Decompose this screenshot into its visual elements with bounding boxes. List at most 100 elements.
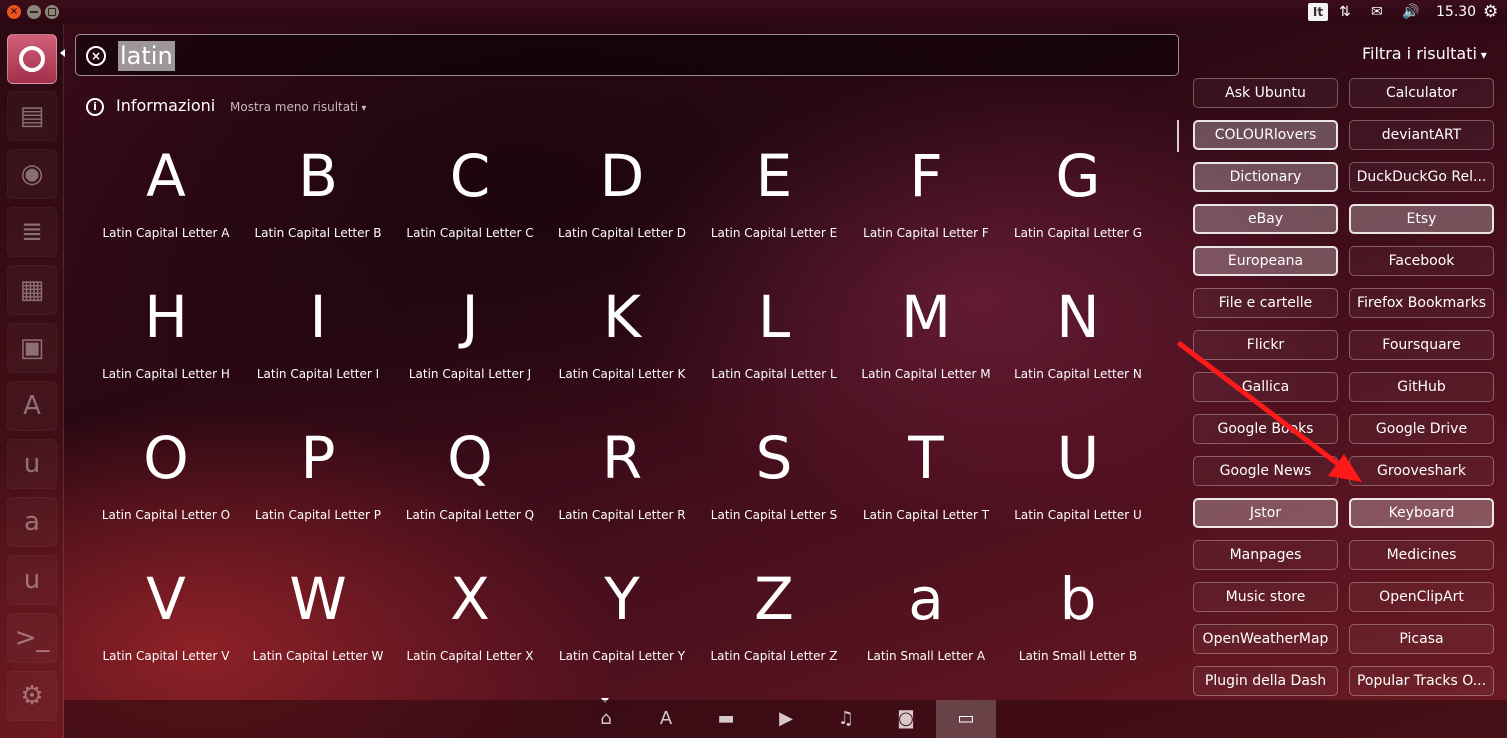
filter-button[interactable]: Firefox Bookmarks bbox=[1349, 288, 1494, 318]
result-item[interactable]: b Latin Small Letter B bbox=[1002, 553, 1154, 693]
home-lens-icon[interactable]: ⌂ bbox=[576, 700, 636, 738]
result-glyph: O bbox=[143, 424, 189, 492]
filter-button[interactable]: OpenClipArt bbox=[1349, 582, 1494, 612]
filter-button[interactable]: Music store bbox=[1193, 582, 1338, 612]
filter-button[interactable]: DuckDuckGo Rel... bbox=[1349, 162, 1494, 192]
result-item[interactable]: X Latin Capital Letter X bbox=[394, 553, 546, 693]
photo-lens-icon[interactable]: ◙ bbox=[876, 700, 936, 738]
result-item[interactable]: C Latin Capital Letter C bbox=[394, 130, 546, 270]
result-item[interactable]: L Latin Capital Letter L bbox=[698, 271, 850, 411]
filter-button[interactable]: File e cartelle bbox=[1193, 288, 1338, 318]
filter-button[interactable]: GitHub bbox=[1349, 372, 1494, 402]
result-item[interactable]: T Latin Capital Letter T bbox=[850, 412, 1002, 552]
result-item[interactable]: Y Latin Capital Letter Y bbox=[546, 553, 698, 693]
result-label: Latin Capital Letter M bbox=[861, 367, 991, 381]
mail-icon[interactable]: ✉ bbox=[1371, 2, 1391, 22]
result-item[interactable]: W Latin Capital Letter W bbox=[242, 553, 394, 693]
result-item[interactable]: I Latin Capital Letter I bbox=[242, 271, 394, 411]
session-gear-icon[interactable]: ⚙ bbox=[1483, 2, 1503, 22]
filter-button[interactable]: OpenWeatherMap bbox=[1193, 624, 1338, 654]
filter-button[interactable]: Europeana bbox=[1193, 246, 1338, 276]
result-item[interactable]: S Latin Capital Letter S bbox=[698, 412, 850, 552]
result-item[interactable]: V Latin Capital Letter V bbox=[90, 553, 242, 693]
result-item[interactable]: J Latin Capital Letter J bbox=[394, 271, 546, 411]
filter-button[interactable]: Dictionary bbox=[1193, 162, 1338, 192]
filter-button[interactable]: Popular Tracks O... bbox=[1349, 666, 1494, 696]
files-lens-icon[interactable]: ▬ bbox=[696, 700, 756, 738]
launcher-firefox-button[interactable]: ◉ bbox=[7, 149, 57, 199]
search-input[interactable]: latin bbox=[118, 41, 175, 71]
filter-button[interactable]: Medicines bbox=[1349, 540, 1494, 570]
social-lens-icon[interactable]: ▭ bbox=[936, 700, 996, 738]
volume-icon[interactable]: 🔊 bbox=[1402, 2, 1426, 22]
filter-button[interactable]: COLOURlovers bbox=[1193, 120, 1338, 150]
result-item[interactable]: Q Latin Capital Letter Q bbox=[394, 412, 546, 552]
filter-button[interactable]: Keyboard bbox=[1349, 498, 1494, 528]
result-label: Latin Small Letter A bbox=[866, 649, 986, 663]
result-item[interactable]: E Latin Capital Letter E bbox=[698, 130, 850, 270]
filter-button[interactable]: Plugin della Dash bbox=[1193, 666, 1338, 696]
result-item[interactable]: D Latin Capital Letter D bbox=[546, 130, 698, 270]
filter-button[interactable]: Foursquare bbox=[1349, 330, 1494, 360]
result-label: Latin Capital Letter V bbox=[102, 649, 230, 663]
filter-button[interactable]: Etsy bbox=[1349, 204, 1494, 234]
launcher-writer-button[interactable]: ≣ bbox=[7, 207, 57, 257]
settings-icon: ⚙ bbox=[20, 681, 44, 711]
launcher-calc-button[interactable]: ▦ bbox=[7, 265, 57, 315]
launcher-ubuntu-one-music-button[interactable]: u bbox=[7, 555, 57, 605]
filter-button[interactable]: Jstor bbox=[1193, 498, 1338, 528]
scroll-indicator[interactable] bbox=[1177, 120, 1179, 152]
result-item[interactable]: K Latin Capital Letter K bbox=[546, 271, 698, 411]
filter-button[interactable]: Manpages bbox=[1193, 540, 1338, 570]
result-label: Latin Capital Letter S bbox=[710, 508, 838, 522]
result-item[interactable]: U Latin Capital Letter U bbox=[1002, 412, 1154, 552]
filter-button[interactable]: Facebook bbox=[1349, 246, 1494, 276]
result-item[interactable]: R Latin Capital Letter R bbox=[546, 412, 698, 552]
launcher-amazon-button[interactable]: a bbox=[7, 497, 57, 547]
result-glyph: G bbox=[1055, 142, 1101, 210]
result-item[interactable]: O Latin Capital Letter O bbox=[90, 412, 242, 552]
result-item[interactable]: a Latin Small Letter A bbox=[850, 553, 1002, 693]
keyboard-layout-indicator[interactable]: It bbox=[1308, 3, 1328, 21]
result-item[interactable]: A Latin Capital Letter A bbox=[90, 130, 242, 270]
filter-button[interactable]: Ask Ubuntu bbox=[1193, 78, 1338, 108]
clock[interactable]: 15.30 bbox=[1436, 2, 1476, 22]
result-item[interactable]: Z Latin Capital Letter Z bbox=[698, 553, 850, 693]
filter-button[interactable]: deviantART bbox=[1349, 120, 1494, 150]
result-item[interactable]: F Latin Capital Letter F bbox=[850, 130, 1002, 270]
clear-search-icon[interactable]: × bbox=[86, 46, 106, 66]
minimize-window-button[interactable] bbox=[27, 5, 41, 19]
dash-home-button[interactable] bbox=[7, 34, 57, 84]
result-label: Latin Capital Letter H bbox=[102, 367, 230, 381]
launcher-software-center-button[interactable]: A bbox=[7, 381, 57, 431]
result-item[interactable]: G Latin Capital Letter G bbox=[1002, 130, 1154, 270]
result-glyph: Z bbox=[754, 565, 794, 633]
network-icon[interactable]: ⇅ bbox=[1339, 2, 1359, 22]
filter-results-header[interactable]: Filtra i risultati bbox=[1362, 44, 1487, 63]
search-box[interactable]: × latin bbox=[75, 34, 1179, 76]
filter-button[interactable]: eBay bbox=[1193, 204, 1338, 234]
close-window-button[interactable]: × bbox=[7, 5, 21, 19]
result-item[interactable]: N Latin Capital Letter N bbox=[1002, 271, 1154, 411]
filter-button[interactable]: Picasa bbox=[1349, 624, 1494, 654]
maximize-window-button[interactable] bbox=[45, 5, 59, 19]
launcher-terminal-button[interactable]: >_ bbox=[7, 613, 57, 663]
filter-button[interactable]: Grooveshark bbox=[1349, 456, 1494, 486]
show-fewer-results-link[interactable]: Mostra meno risultati bbox=[230, 100, 366, 114]
filter-button[interactable]: Google Drive bbox=[1349, 414, 1494, 444]
launcher-settings-button[interactable]: ⚙ bbox=[7, 671, 57, 721]
result-item[interactable]: B Latin Capital Letter B bbox=[242, 130, 394, 270]
result-label: Latin Capital Letter J bbox=[408, 367, 532, 381]
video-lens-icon[interactable]: ▶ bbox=[756, 700, 816, 738]
result-item[interactable]: H Latin Capital Letter H bbox=[90, 271, 242, 411]
launcher-impress-button[interactable]: ▣ bbox=[7, 323, 57, 373]
launcher-ubuntu-one-button[interactable]: u bbox=[7, 439, 57, 489]
result-glyph: B bbox=[298, 142, 338, 210]
filter-button[interactable]: Calculator bbox=[1349, 78, 1494, 108]
music-lens-icon[interactable]: ♫ bbox=[816, 700, 876, 738]
launcher-files-button[interactable]: ▤ bbox=[7, 91, 57, 141]
result-label: Latin Capital Letter F bbox=[863, 226, 989, 240]
result-item[interactable]: M Latin Capital Letter M bbox=[850, 271, 1002, 411]
applications-lens-icon[interactable]: A bbox=[636, 700, 696, 738]
result-item[interactable]: P Latin Capital Letter P bbox=[242, 412, 394, 552]
